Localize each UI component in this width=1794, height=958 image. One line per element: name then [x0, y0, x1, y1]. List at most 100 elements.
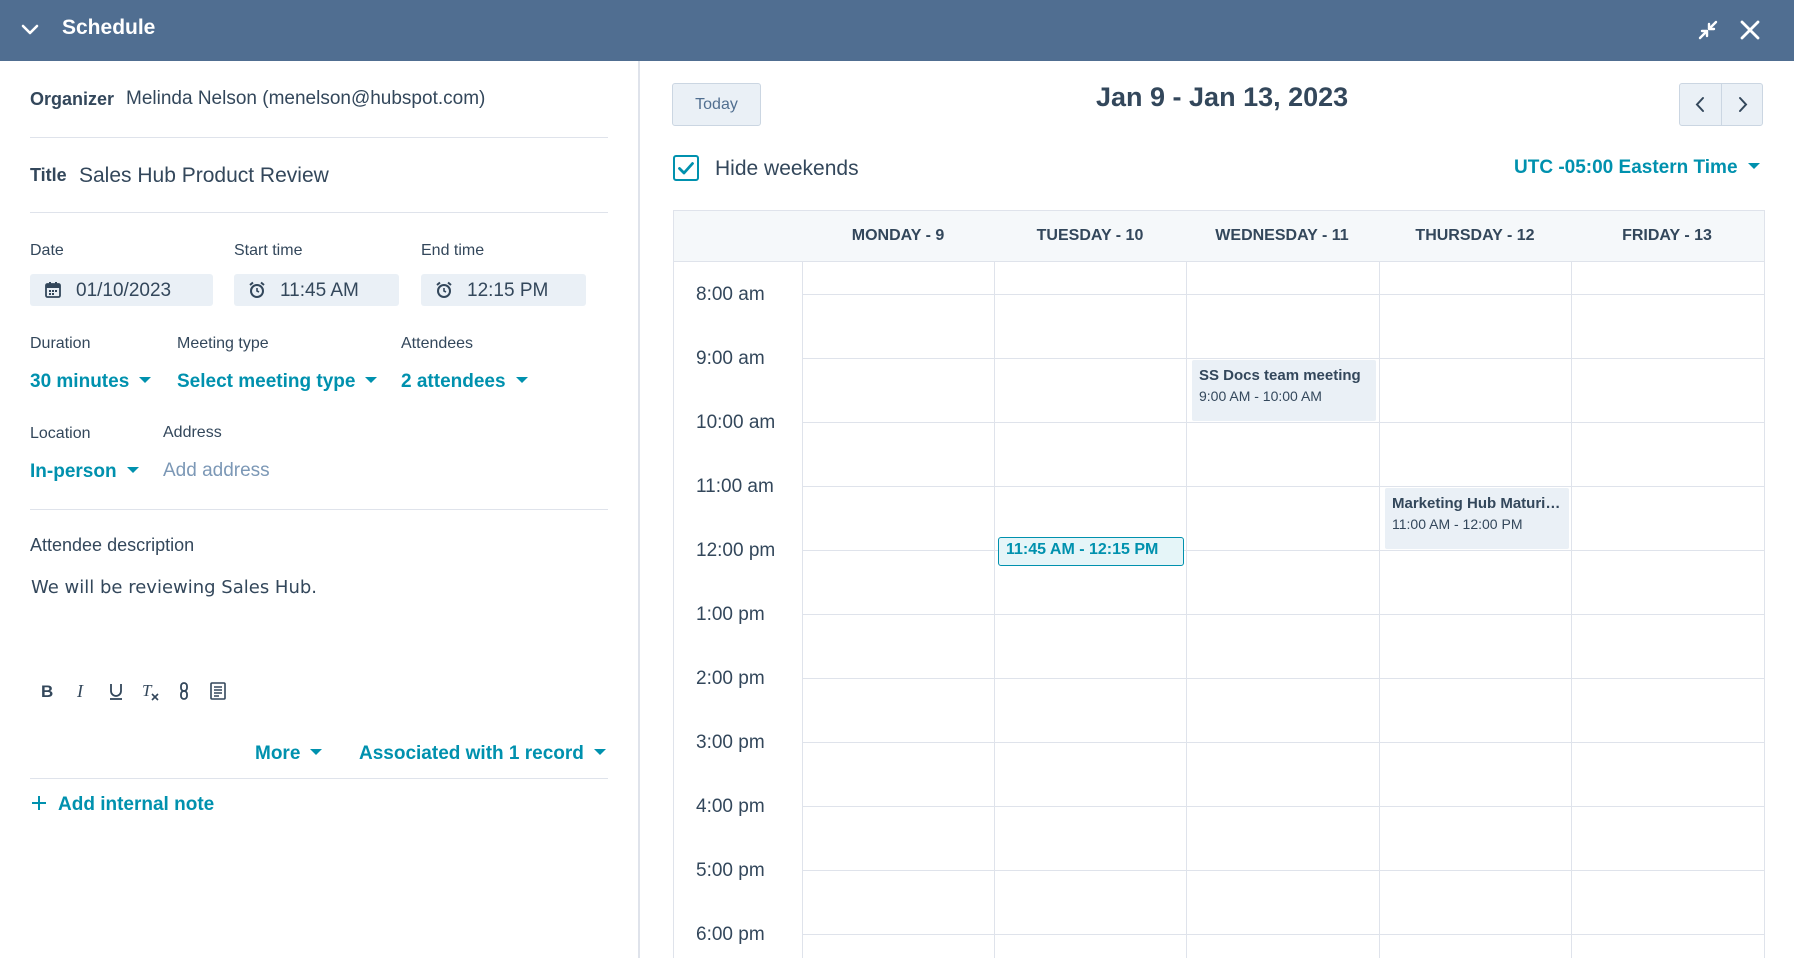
event-title: Marketing Hub Maturity Review: [1392, 495, 1562, 512]
grid-line: [802, 934, 1764, 935]
timezone-dropdown[interactable]: UTC -05:00 Eastern Time: [1514, 157, 1760, 179]
caret-down-icon: [139, 376, 152, 383]
associated-records-dropdown[interactable]: Associated with 1 record: [359, 743, 606, 765]
panel-divider: [638, 61, 640, 958]
snippet-icon[interactable]: [206, 679, 230, 703]
grid-line: [1571, 262, 1572, 958]
grid-line: [802, 614, 1764, 615]
grid-line: [994, 262, 995, 958]
meeting-type-value: Select meeting type: [177, 371, 356, 392]
attendee-description-label: Attendee description: [30, 535, 195, 555]
end-time-field[interactable]: 12:15 PM: [421, 274, 586, 306]
caret-down-icon: [310, 748, 323, 755]
add-internal-note-button[interactable]: Add internal note: [30, 794, 214, 816]
grid-line: [802, 422, 1764, 423]
location-value: In-person: [30, 461, 117, 482]
grid-line: [802, 742, 1764, 743]
attendees-label: Attendees: [401, 335, 474, 352]
plus-icon: [32, 795, 46, 810]
grid-line: [802, 550, 1764, 551]
title-label: Title: [30, 165, 67, 185]
today-button[interactable]: Today: [672, 83, 761, 126]
associated-label: Associated with 1 record: [359, 743, 584, 764]
more-dropdown[interactable]: More: [255, 743, 323, 765]
chevron-left-icon[interactable]: [1680, 84, 1721, 125]
time-label: 8:00 am: [696, 284, 765, 305]
location-label: Location: [30, 425, 91, 442]
duration-label: Duration: [30, 335, 91, 352]
attendees-dropdown[interactable]: 2 attendees: [401, 371, 528, 393]
end-time-label: End time: [421, 242, 485, 259]
link-icon[interactable]: [172, 679, 196, 703]
day-header-tuesday: TUESDAY - 10: [1036, 227, 1144, 244]
title-input[interactable]: Sales Hub Product Review: [79, 164, 329, 188]
chevron-right-icon[interactable]: [1722, 84, 1763, 125]
duration-value: 30 minutes: [30, 371, 130, 392]
chevron-down-icon[interactable]: [18, 18, 42, 42]
date-label: Date: [30, 242, 64, 259]
minimize-icon[interactable]: [1695, 17, 1721, 43]
checkmark-icon: [678, 162, 694, 175]
meeting-type-dropdown[interactable]: Select meeting type: [177, 371, 378, 393]
meeting-form: Organizer Melinda Nelson (menelson@hubsp…: [0, 61, 638, 958]
start-time-field[interactable]: 11:45 AM: [234, 274, 399, 306]
calendar-day-headers: MONDAY - 9 TUESDAY - 10 WEDNESDAY - 11 T…: [674, 211, 1764, 262]
time-label: 2:00 pm: [696, 668, 765, 689]
divider: [30, 212, 608, 213]
time-label: 1:00 pm: [696, 604, 765, 625]
grid-line: [802, 486, 1764, 487]
bold-icon[interactable]: B: [36, 679, 60, 703]
grid-line: [802, 294, 1764, 295]
add-note-label: Add internal note: [58, 794, 215, 815]
time-label: 6:00 pm: [696, 924, 765, 945]
caret-down-icon: [1747, 162, 1760, 169]
caret-down-icon: [126, 466, 139, 473]
calendar-event[interactable]: SS Docs team meeting 9:00 AM - 10:00 AM: [1192, 360, 1376, 421]
time-label: 10:00 am: [696, 412, 776, 433]
hide-weekends-checkbox[interactable]: [673, 155, 699, 181]
schedule-title: Schedule: [62, 16, 156, 39]
address-input[interactable]: Add address: [163, 460, 270, 482]
organizer-value: Melinda Nelson (menelson@hubspot.com): [126, 88, 486, 109]
start-time-value: 11:45 AM: [280, 280, 359, 301]
time-label: 3:00 pm: [696, 732, 765, 753]
close-icon[interactable]: [1737, 17, 1763, 43]
description-editor[interactable]: We will be reviewing Sales Hub.: [31, 577, 317, 598]
alarm-clock-icon: [248, 281, 266, 299]
underline-icon[interactable]: [104, 679, 128, 703]
italic-icon[interactable]: I: [70, 679, 94, 703]
week-navigation: [1679, 83, 1763, 126]
grid-line: [802, 358, 1764, 359]
more-label: More: [255, 743, 301, 764]
time-label: 5:00 pm: [696, 860, 765, 881]
svg-text:T: T: [142, 681, 153, 700]
time-label: 4:00 pm: [696, 796, 765, 817]
grid-line: [1186, 262, 1187, 958]
caret-down-icon: [515, 376, 528, 383]
grid-line: [802, 870, 1764, 871]
schedule-header: Schedule: [0, 0, 1794, 61]
clear-formatting-icon[interactable]: T: [138, 679, 162, 703]
alarm-clock-icon: [435, 281, 453, 299]
attendees-value: 2 attendees: [401, 371, 506, 392]
svg-text:I: I: [76, 681, 84, 701]
day-header-thursday: THURSDAY - 12: [1415, 227, 1535, 244]
caret-down-icon: [593, 748, 606, 755]
grid-line: [802, 678, 1764, 679]
caret-down-icon: [365, 376, 378, 383]
day-header-friday: FRIDAY - 13: [1622, 227, 1712, 244]
calendar-event[interactable]: Marketing Hub Maturity Review 11:00 AM -…: [1385, 488, 1569, 549]
date-value: 01/10/2023: [76, 280, 172, 301]
duration-dropdown[interactable]: 30 minutes: [30, 371, 152, 393]
divider: [30, 509, 608, 510]
time-label: 12:00 pm: [696, 540, 776, 561]
end-time-value: 12:15 PM: [467, 280, 549, 301]
location-dropdown[interactable]: In-person: [30, 461, 139, 483]
svg-text:B: B: [41, 682, 53, 701]
grid-line: [802, 262, 803, 958]
day-header-wednesday: WEDNESDAY - 11: [1215, 227, 1349, 244]
date-field[interactable]: 01/10/2023: [30, 274, 213, 306]
day-header-monday: MONDAY - 9: [851, 227, 945, 244]
new-meeting-slot[interactable]: 11:45 AM - 12:15 PM: [998, 537, 1184, 566]
event-title: SS Docs team meeting: [1199, 367, 1361, 384]
